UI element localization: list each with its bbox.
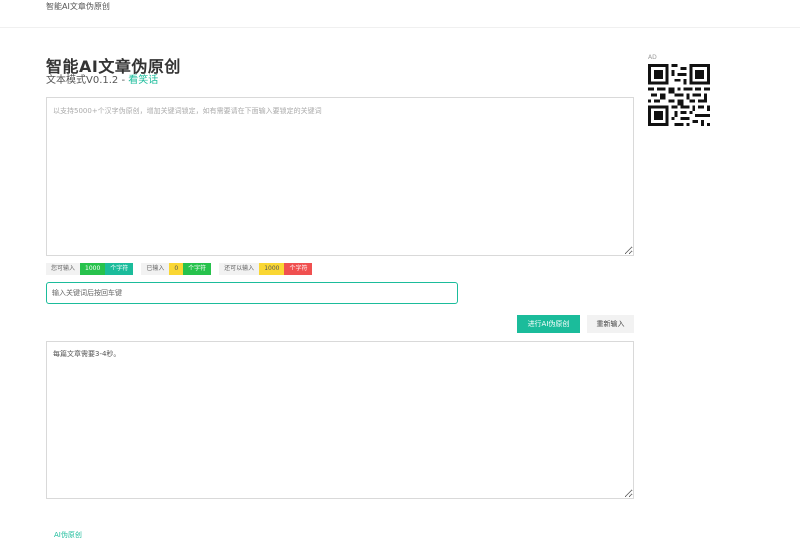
counter-label: 还可以输入 xyxy=(219,263,260,275)
counter-max: 您可输入 1000 个字符 xyxy=(46,263,134,275)
site-brand[interactable]: 智能AI文章伪原创 xyxy=(46,1,110,12)
top-bar: 智能AI文章伪原创 xyxy=(0,0,800,28)
counter-entered: 已输入 0 个字符 xyxy=(141,263,212,275)
counter-value: 1000 xyxy=(80,263,106,275)
version-text: 文本模式V0.1.2 - xyxy=(46,75,129,86)
counter-unit: 个字符 xyxy=(284,263,313,275)
counter-label: 已输入 xyxy=(141,263,170,275)
qr-code-icon xyxy=(648,64,710,126)
reset-button[interactable]: 重新输入 xyxy=(587,315,634,333)
counter-value: 0 xyxy=(169,263,184,275)
ad-label: AD xyxy=(648,54,657,61)
article-output[interactable]: 每篇文章需要3-4秒。 xyxy=(46,341,634,499)
counter-remaining: 还可以输入 1000 个字符 xyxy=(219,263,313,275)
counter-label: 您可输入 xyxy=(46,263,81,275)
article-input[interactable] xyxy=(46,97,634,256)
counter-value: 1000 xyxy=(259,263,285,275)
footer-link[interactable]: AI伪原创 xyxy=(54,530,82,540)
counter-unit: 个字符 xyxy=(183,263,212,275)
keyword-input[interactable] xyxy=(46,282,458,304)
joke-link[interactable]: 看笑话 xyxy=(128,75,158,86)
character-counters: 您可输入 1000 个字符 已输入 0 个字符 还可以输入 1000 个字符 xyxy=(46,262,320,276)
version-line: 文本模式V0.1.2 - 看笑话 xyxy=(46,71,158,86)
rewrite-button[interactable]: 进行AI伪原创 xyxy=(517,315,580,333)
counter-unit: 个字符 xyxy=(105,263,134,275)
